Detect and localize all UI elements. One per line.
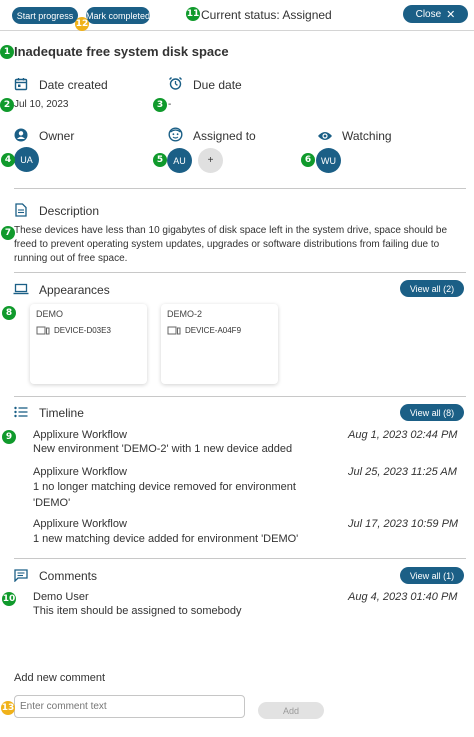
owner-label: Owner (39, 129, 75, 143)
close-label: Close (415, 8, 442, 20)
timeline-entry-date: Jul 25, 2023 11:25 AM (348, 466, 457, 478)
alarm-clock-icon (169, 77, 182, 90)
people-divider (14, 188, 466, 189)
annotation-marker-9: 9 (2, 430, 16, 444)
close-button[interactable]: Close ✕ (403, 5, 468, 23)
view-all-comments-button[interactable]: View all (1) (400, 567, 464, 584)
description-divider (14, 272, 466, 273)
assigned-to-label: Assigned to (193, 129, 256, 143)
header-divider (0, 30, 474, 31)
date-created-label: Date created (39, 78, 108, 92)
description-text: These devices have less than 10 gigabyte… (14, 225, 448, 264)
description-label: Description (39, 204, 100, 218)
start-progress-button[interactable]: Start progress (12, 7, 78, 24)
calendar-icon (14, 78, 28, 91)
add-comment-label: Add new comment (14, 672, 106, 684)
timeline-entry-text: 1 no longer matching device removed for … (33, 481, 296, 509)
owner-avatar[interactable]: UA (14, 147, 39, 172)
list-icon (14, 406, 28, 418)
card-device: DEVICE-A04F9 (185, 326, 242, 335)
issue-title: Inadequate free system disk space (14, 44, 229, 59)
annotation-marker-11: 11 (186, 7, 200, 21)
timeline-entry-text: 1 new matching device added for environm… (33, 533, 299, 545)
close-icon: ✕ (446, 8, 456, 21)
timeline-entry-date: Jul 17, 2023 10:59 PM (348, 518, 459, 530)
annotation-marker-3: 3 (153, 98, 167, 112)
due-date-label: Due date (193, 78, 242, 92)
date-created-value: Jul 10, 2023 (14, 99, 69, 110)
annotation-marker-2: 2 (0, 98, 14, 112)
mark-completed-button[interactable]: Mark completed (86, 7, 150, 24)
comment-author: Demo User (33, 591, 89, 603)
card-environment: DEMO-2 (167, 309, 203, 319)
card-device: DEVICE-D03E3 (54, 326, 111, 335)
device-icon (36, 326, 50, 335)
annotation-marker-4: 4 (1, 153, 15, 167)
appearance-card[interactable]: DEMO-2 DEVICE-A04F9 (161, 304, 278, 384)
appearances-divider (14, 396, 466, 397)
annotation-marker-12: 12 (75, 17, 89, 31)
card-environment: DEMO (36, 309, 63, 319)
timeline-entry-author: Applixure Workflow (33, 466, 127, 478)
assigned-avatar[interactable]: AU (167, 148, 192, 173)
appearance-card[interactable]: DEMO DEVICE-D03E3 (30, 304, 147, 384)
annotation-marker-6: 6 (301, 153, 315, 167)
document-icon (15, 203, 27, 217)
face-icon (168, 127, 183, 142)
add-comment-button[interactable]: Add (258, 702, 324, 719)
comment-date: Aug 4, 2023 01:40 PM (348, 591, 458, 603)
watcher-avatar[interactable]: WU (316, 148, 341, 173)
timeline-divider (14, 558, 466, 559)
add-assignee-button[interactable]: + (198, 148, 223, 173)
current-status-text: Current status: Assigned (201, 8, 332, 22)
annotation-marker-8: 8 (2, 306, 16, 320)
user-icon (14, 128, 28, 142)
timeline-entry-author: Applixure Workflow (33, 429, 127, 441)
timeline-entry-text: New environment 'DEMO-2' with 1 new devi… (33, 443, 293, 455)
annotation-marker-1: 1 (0, 45, 14, 59)
timeline-entry-author: Applixure Workflow (33, 518, 127, 530)
timeline-entry-date: Aug 1, 2023 02:44 PM (348, 429, 458, 441)
annotation-marker-7: 7 (1, 226, 15, 240)
comment-input[interactable] (14, 695, 245, 718)
comment-icon (14, 569, 28, 582)
view-all-timeline-button[interactable]: View all (8) (400, 404, 464, 421)
watching-label: Watching (342, 129, 392, 143)
annotation-marker-10: 10 (2, 592, 16, 606)
eye-icon (318, 132, 332, 140)
annotation-marker-5: 5 (153, 153, 167, 167)
laptop-icon (13, 283, 29, 295)
device-icon (167, 326, 181, 335)
timeline-label: Timeline (39, 406, 84, 420)
view-all-appearances-button[interactable]: View all (2) (400, 280, 464, 297)
comment-text: This item should be assigned to somebody (33, 605, 242, 617)
annotation-marker-13: 13 (1, 701, 15, 715)
due-date-value: - (168, 99, 172, 110)
comments-label: Comments (39, 569, 98, 583)
appearances-label: Appearances (39, 283, 110, 297)
